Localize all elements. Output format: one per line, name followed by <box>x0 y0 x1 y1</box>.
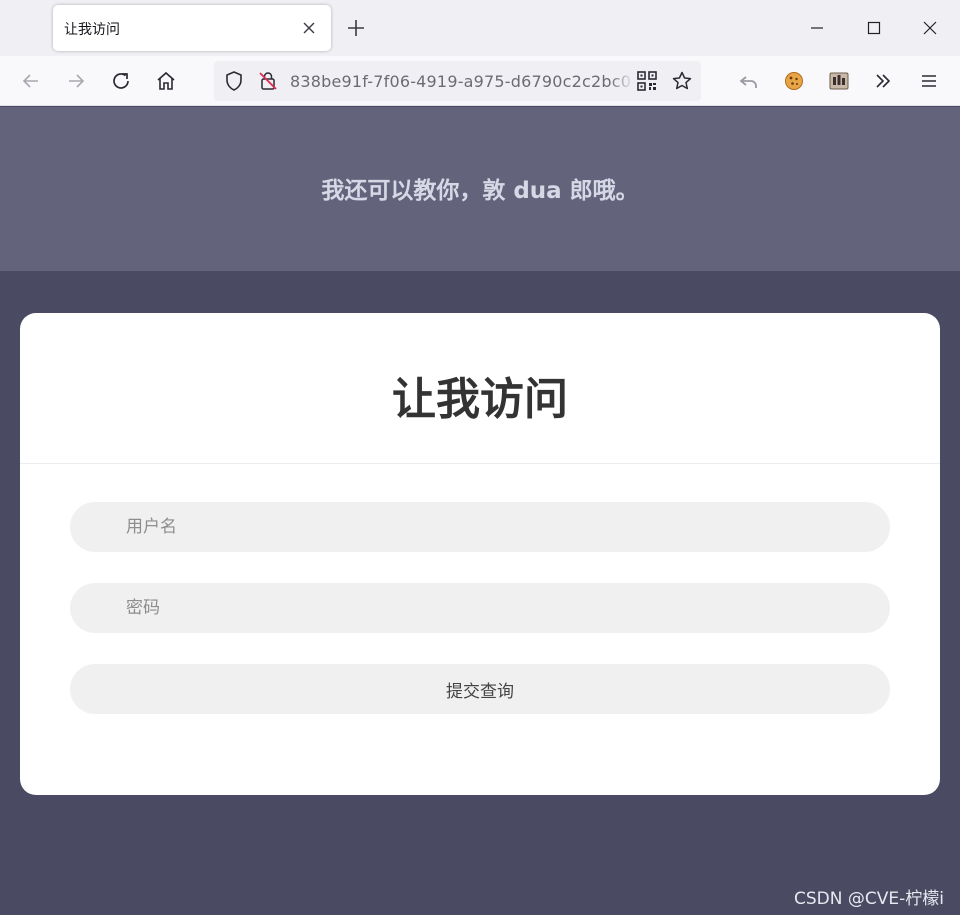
password-input[interactable] <box>70 583 890 633</box>
watermark: CSDN @CVE-柠檬i <box>794 889 944 909</box>
bookmark-star-icon[interactable] <box>670 69 694 93</box>
card-title: 让我访问 <box>392 374 568 425</box>
url-bar[interactable]: 838be91f-7f06-4919-a975-d6790c2c2bc0 <box>214 61 701 101</box>
overflow-chevrons-icon[interactable] <box>871 69 895 93</box>
reload-icon[interactable] <box>109 69 133 93</box>
home-icon[interactable] <box>154 69 178 93</box>
cookie-icon[interactable] <box>782 69 806 93</box>
username-input[interactable] <box>70 502 890 552</box>
url-fade <box>610 67 634 95</box>
maximize-icon[interactable] <box>864 18 884 38</box>
window-close-icon[interactable] <box>920 18 940 38</box>
forward-icon[interactable] <box>64 69 88 93</box>
card-divider <box>20 463 940 464</box>
new-tab-icon[interactable] <box>345 17 367 39</box>
back-icon[interactable] <box>19 69 43 93</box>
page-banner: 我还可以教你，敦 dua 郎哦。 <box>0 107 960 271</box>
tab-strip: 让我访问 <box>0 0 960 56</box>
hamburger-menu-icon[interactable] <box>917 69 941 93</box>
login-card: 让我访问 提交查询 <box>20 313 940 795</box>
tab-title: 让我访问 <box>64 22 120 38</box>
undo-arrow-icon[interactable] <box>737 69 761 93</box>
submit-query-button[interactable]: 提交查询 <box>70 664 890 714</box>
extension-icon[interactable] <box>827 69 851 93</box>
qr-code-icon[interactable] <box>636 70 658 92</box>
banner-text: 我还可以教你，敦 dua 郎哦。 <box>321 178 639 204</box>
shield-icon[interactable] <box>222 69 246 93</box>
close-tab-icon[interactable] <box>299 18 319 38</box>
navigation-toolbar: 838be91f-7f06-4919-a975-d6790c2c2bc0 <box>0 56 960 106</box>
insecure-lock-icon[interactable] <box>256 69 280 93</box>
minimize-icon[interactable] <box>807 18 827 38</box>
active-tab[interactable]: 让我访问 <box>53 5 331 51</box>
url-text[interactable]: 838be91f-7f06-4919-a975-d6790c2c2bc0 <box>290 72 630 91</box>
